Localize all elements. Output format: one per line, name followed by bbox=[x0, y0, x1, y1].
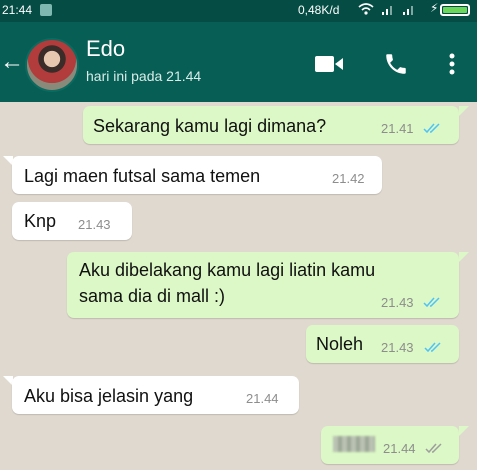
signal-icon bbox=[382, 6, 392, 15]
overflow-menu-icon[interactable] bbox=[448, 52, 456, 76]
message-list[interactable]: Sekarang kamu lagi dimana? 21.41 Lagi ma… bbox=[0, 102, 477, 470]
last-seen: hari ini pada 21.44 bbox=[86, 68, 202, 84]
message-outgoing[interactable]: 21.44 bbox=[321, 426, 459, 464]
message-time: 21.42 bbox=[332, 171, 365, 186]
message-text: Aku bisa jelasin yang bbox=[24, 386, 194, 406]
status-bar: 21:44 0,48K/d ⚡ bbox=[0, 0, 477, 22]
phone-call-icon[interactable] bbox=[383, 51, 409, 77]
message-incoming[interactable]: Knp 21.43 bbox=[12, 202, 132, 240]
battery-icon bbox=[440, 4, 470, 16]
message-time: 21.44 bbox=[383, 441, 416, 456]
message-text: Sekarang kamu lagi dimana? bbox=[93, 116, 327, 136]
notification-icon bbox=[40, 4, 52, 16]
chat-header: ← Edo hari ini pada 21.44 bbox=[0, 22, 477, 102]
message-text-line: Aku dibelakang kamu lagi liatin kamu bbox=[79, 260, 376, 280]
message-incoming[interactable]: Aku bisa jelasin yang 21.44 bbox=[12, 376, 299, 414]
message-text: Knp bbox=[24, 211, 57, 231]
battery-level bbox=[443, 7, 467, 13]
bubble-tail bbox=[459, 252, 469, 262]
wifi-icon bbox=[358, 3, 374, 15]
contact-name[interactable]: Edo bbox=[86, 36, 125, 62]
message-incoming[interactable]: Lagi maen futsal sama temen 21.42 bbox=[12, 156, 382, 194]
message-outgoing[interactable]: Aku dibelakang kamu lagi liatin kamu sam… bbox=[67, 252, 459, 318]
delivered-ticks-icon bbox=[425, 443, 442, 454]
message-text: Lagi maen futsal sama temen bbox=[24, 166, 261, 186]
bubble-tail bbox=[459, 426, 469, 436]
message-outgoing[interactable]: Sekarang kamu lagi dimana? 21.41 bbox=[83, 106, 459, 144]
message-outgoing[interactable]: Noleh 21.43 bbox=[306, 325, 459, 363]
signal-icon bbox=[403, 6, 413, 15]
message-text: Noleh bbox=[316, 334, 364, 354]
back-arrow-icon[interactable]: ← bbox=[0, 50, 24, 74]
message-time: 21.43 bbox=[381, 340, 414, 355]
read-ticks-icon bbox=[423, 297, 440, 308]
message-time: 21.41 bbox=[381, 121, 414, 136]
charging-icon: ⚡ bbox=[430, 1, 439, 15]
message-time: 21.43 bbox=[78, 217, 111, 232]
censored-content bbox=[333, 436, 375, 452]
network-speed: 0,48K/d bbox=[298, 3, 340, 17]
message-time: 21.43 bbox=[381, 295, 414, 310]
message-time: 21.44 bbox=[246, 391, 279, 406]
status-time: 21:44 bbox=[2, 3, 33, 17]
bubble-tail bbox=[459, 106, 469, 116]
message-text-line: sama dia di mall :) bbox=[79, 286, 226, 306]
read-ticks-icon bbox=[423, 123, 440, 134]
avatar[interactable] bbox=[25, 38, 79, 92]
read-ticks-icon bbox=[424, 342, 441, 353]
video-call-icon[interactable] bbox=[315, 56, 343, 72]
